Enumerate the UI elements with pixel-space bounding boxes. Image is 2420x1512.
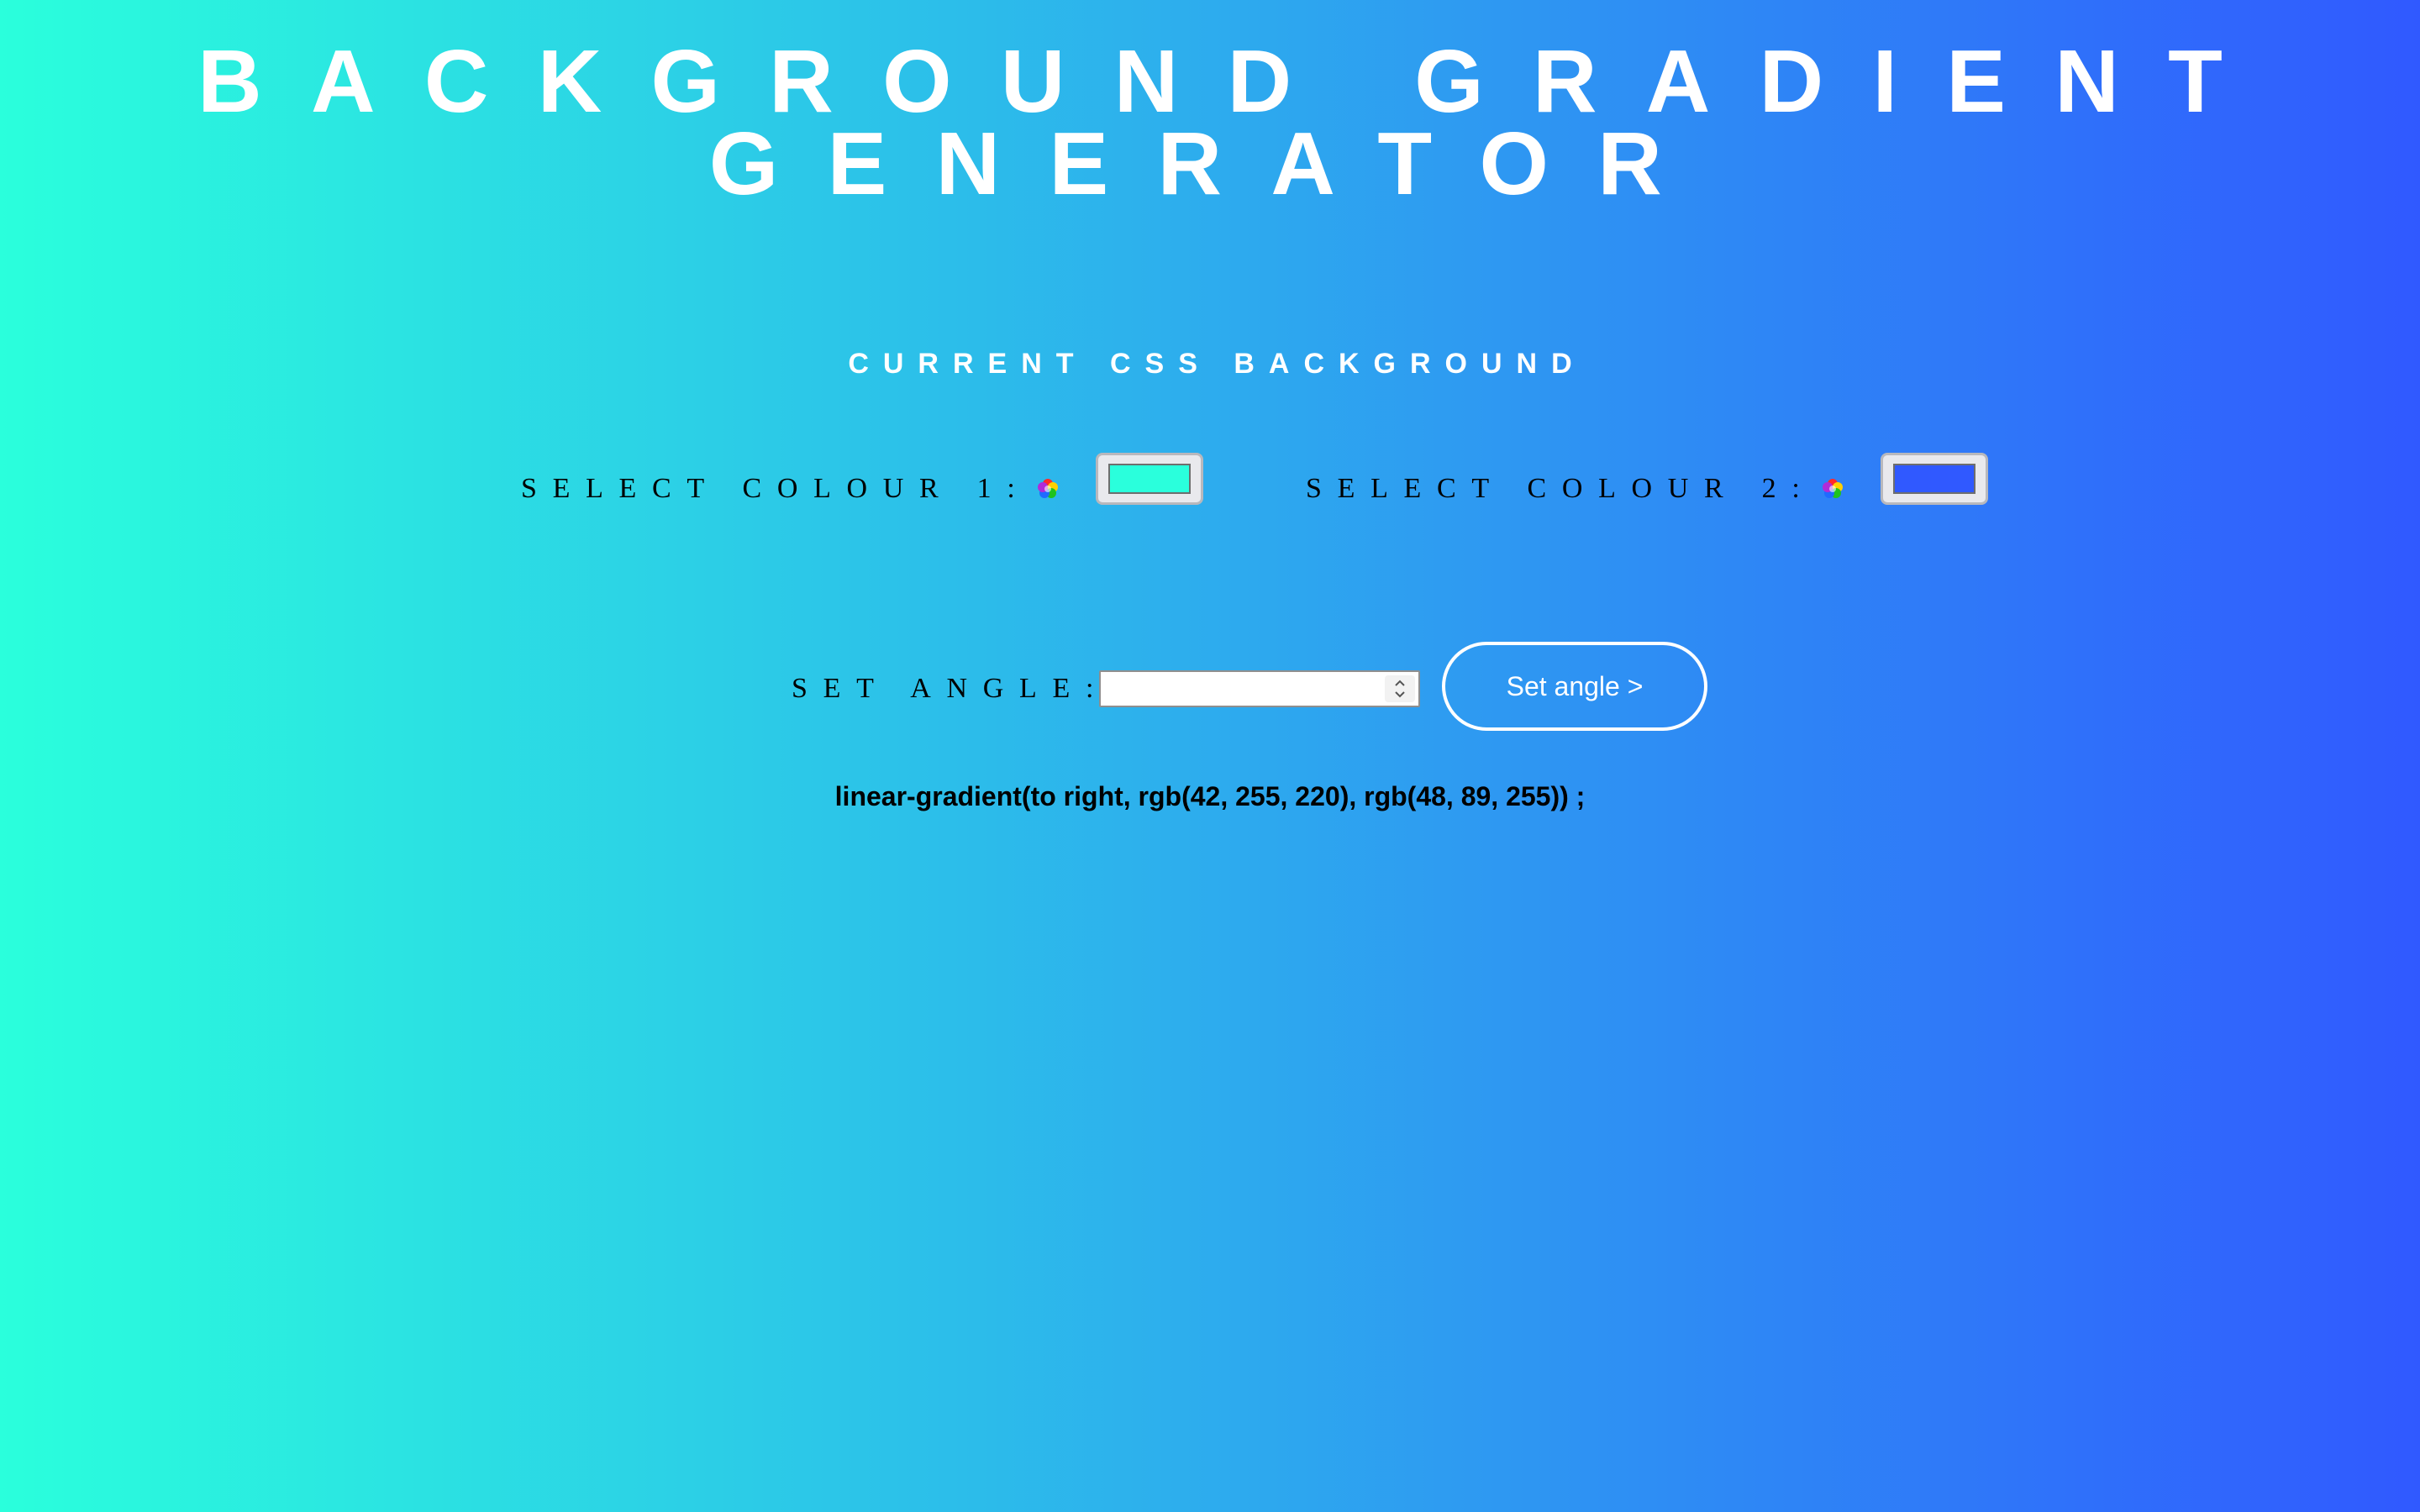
color-wheel-icon [1823,479,1844,498]
angle-row: SET ANGLE: [792,662,1109,716]
set-angle-button[interactable]: Set angle > [1442,642,1707,731]
current-css-heading: CURRENT CSS BACKGROUND [848,348,1586,380]
colour-1-swatch [1108,464,1192,494]
spinner-arrows-icon [1395,680,1405,698]
angle-input[interactable] [1099,670,1420,707]
angle-spinner[interactable] [1385,675,1415,702]
colour-2-row: SELECT COLOUR 2: [1306,453,1989,516]
page-title: BACKGROUND GRADIENT GENERATOR [0,37,2420,208]
colour-2-picker[interactable] [1881,453,1989,505]
colour-1-label: SELECT COLOUR 1: [521,473,1031,504]
colour-1-row: SELECT COLOUR 1: [521,453,1204,516]
color-wheel-icon [1038,479,1059,498]
colour-1-picker[interactable] [1096,453,1204,505]
css-output-text: linear-gradient(to right, rgb(42, 255, 2… [834,781,1586,811]
angle-label: SET ANGLE: [792,673,1110,704]
colour-2-label: SELECT COLOUR 2: [1306,473,1816,504]
colour-2-swatch [1893,464,1976,494]
title-line-2: GENERATOR [708,114,1712,213]
